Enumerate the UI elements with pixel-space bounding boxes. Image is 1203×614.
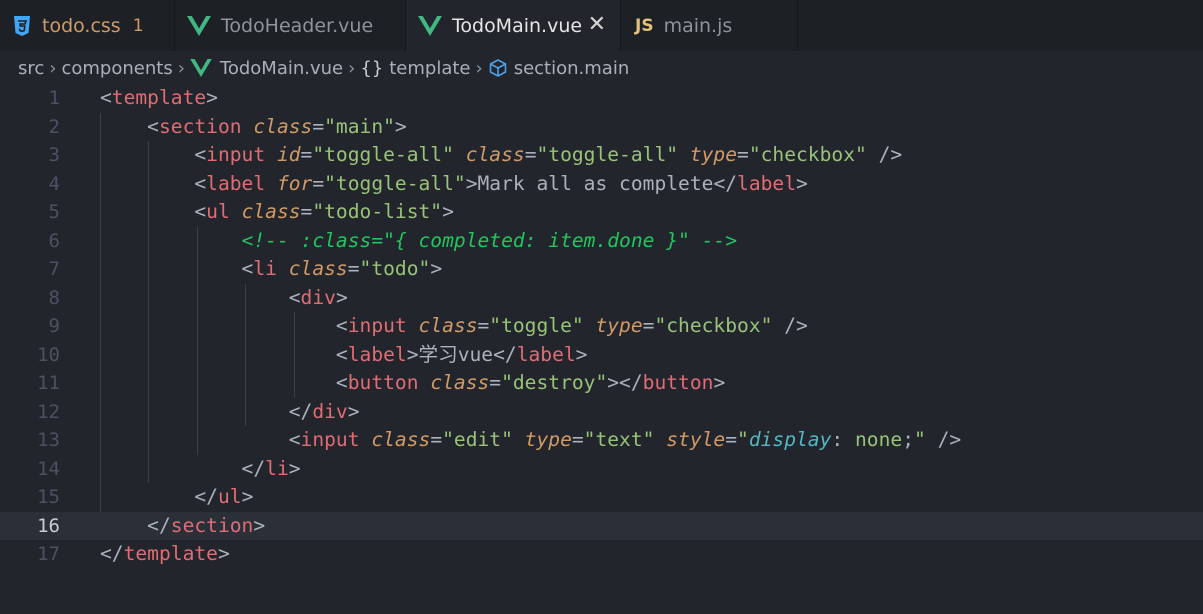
code-line[interactable]: 7 <li class="todo"> bbox=[0, 255, 1203, 284]
chevron-right-icon: › bbox=[348, 57, 356, 79]
code-text: <!-- :class="{ completed: item.done }" -… bbox=[241, 228, 738, 252]
line-number: 4 bbox=[48, 172, 60, 195]
close-icon[interactable]: ✕ bbox=[588, 12, 606, 37]
tab-label: TodoMain.vue bbox=[452, 14, 583, 37]
line-number: 1 bbox=[48, 87, 60, 109]
chevron-right-icon: › bbox=[49, 57, 57, 79]
line-number: 16 bbox=[37, 514, 60, 537]
indent-guide bbox=[293, 312, 295, 398]
line-number: 8 bbox=[48, 286, 60, 309]
code-line[interactable]: 13 <input class="edit" type="text" style… bbox=[0, 426, 1203, 455]
breadcrumb-file[interactable]: TodoMain.vue bbox=[190, 58, 343, 79]
code-line[interactable]: 5 <ul class="todo-list"> bbox=[0, 198, 1203, 227]
code-line[interactable]: 12 </div> bbox=[0, 398, 1203, 427]
chevron-right-icon: › bbox=[177, 57, 185, 79]
code-line[interactable]: 11 <button class="destroy"></button> bbox=[0, 369, 1203, 398]
tab-todo-css[interactable]: todo.css 1 bbox=[0, 0, 175, 51]
code-text: <label for="toggle-all">Mark all as comp… bbox=[100, 171, 808, 195]
vue-file-icon bbox=[187, 15, 211, 36]
code-text: <ul class="todo-list"> bbox=[100, 200, 454, 223]
code-line[interactable]: 16 </section> bbox=[0, 511, 1203, 540]
indent-guide bbox=[245, 283, 247, 426]
line-number: 12 bbox=[37, 400, 60, 423]
code-text: </section> bbox=[100, 513, 266, 537]
cube-icon bbox=[488, 58, 508, 78]
code-line[interactable]: 1 <template> bbox=[0, 84, 1203, 113]
tab-todomain-vue[interactable]: TodoMain.vue ✕ bbox=[406, 0, 621, 51]
code-text: <input id="toggle-all" class="toggle-all… bbox=[100, 143, 903, 166]
code-text: <section class="main"> bbox=[100, 114, 407, 138]
code-text: <li class="todo"> bbox=[100, 257, 443, 280]
indent-guide bbox=[100, 112, 101, 512]
breadcrumb-template-label: template bbox=[389, 57, 471, 79]
code-text: <label>学习vue</label> bbox=[100, 342, 588, 366]
breadcrumb-section[interactable]: section.main bbox=[488, 57, 630, 79]
braces-icon: {} bbox=[360, 57, 384, 79]
code-text: </ul> bbox=[100, 485, 254, 508]
line-number: 6 bbox=[48, 229, 60, 252]
indent-guide bbox=[196, 226, 198, 455]
code-text: <template> bbox=[100, 86, 218, 109]
breadcrumb-src[interactable]: src bbox=[18, 58, 44, 79]
line-number: 9 bbox=[48, 315, 60, 337]
line-number: 2 bbox=[48, 115, 60, 138]
code-text: <input class="toggle" type="checkbox" /> bbox=[100, 314, 808, 337]
tab-label: TodoHeader.vue bbox=[221, 14, 374, 37]
tab-label: todo.css bbox=[42, 14, 121, 37]
code-text: <div> bbox=[100, 285, 348, 309]
code-text: </template> bbox=[100, 542, 230, 565]
breadcrumb-file-label: TodoMain.vue bbox=[219, 57, 344, 79]
chevron-right-icon: › bbox=[475, 57, 483, 79]
tab-main-js[interactable]: JS main.js bbox=[621, 0, 798, 51]
code-line[interactable]: 4 <label for="toggle-all">Mark all as co… bbox=[0, 170, 1203, 199]
code-line[interactable]: 15 </ul> bbox=[0, 483, 1203, 512]
editor-tab-bar: todo.css 1 TodoHeader.vue TodoMain.vue ✕… bbox=[0, 0, 1203, 51]
code-editor[interactable]: 1 <template> 2 <section class="main"> 3 <in… bbox=[0, 84, 1203, 614]
code-line[interactable]: 17 </template> bbox=[0, 540, 1203, 569]
line-number: 7 bbox=[48, 258, 60, 280]
indent-guide bbox=[148, 141, 150, 483]
code-text: <input class="edit" type="text" style="d… bbox=[100, 428, 962, 451]
problem-count-badge: 1 bbox=[132, 15, 144, 36]
breadcrumb: src › components › TodoMain.vue › {} tem… bbox=[0, 51, 1203, 85]
tab-todoheader-vue[interactable]: TodoHeader.vue bbox=[175, 0, 406, 51]
line-number: 17 bbox=[37, 543, 60, 565]
vue-file-icon bbox=[190, 59, 212, 77]
code-line[interactable]: 9 <input class="toggle" type="checkbox" … bbox=[0, 312, 1203, 341]
css-file-icon bbox=[12, 15, 32, 37]
line-number: 3 bbox=[48, 144, 60, 166]
breadcrumb-section-label: section.main bbox=[513, 57, 630, 79]
code-line[interactable]: 14 </li> bbox=[0, 455, 1203, 484]
code-line[interactable]: 10 <label>学习vue</label> bbox=[0, 341, 1203, 370]
vue-file-icon bbox=[418, 15, 442, 36]
line-number: 15 bbox=[37, 486, 60, 508]
code-line[interactable]: 6 <!-- :class="{ completed: item.done }"… bbox=[0, 227, 1203, 256]
js-file-icon: JS bbox=[635, 15, 654, 36]
tab-label: main.js bbox=[663, 14, 733, 37]
line-number: 13 bbox=[37, 429, 60, 451]
line-number: 5 bbox=[48, 201, 60, 223]
breadcrumb-components[interactable]: components bbox=[61, 58, 172, 79]
code-line[interactable]: 8 <div> bbox=[0, 284, 1203, 313]
code-line[interactable]: 3 <input id="toggle-all" class="toggle-a… bbox=[0, 141, 1203, 170]
line-number: 10 bbox=[37, 343, 60, 366]
code-text: <button class="destroy"></button> bbox=[100, 371, 726, 394]
line-number: 11 bbox=[37, 372, 60, 394]
code-text: </li> bbox=[100, 456, 301, 480]
code-line[interactable]: 2 <section class="main"> bbox=[0, 113, 1203, 142]
line-number: 14 bbox=[37, 457, 60, 480]
breadcrumb-template[interactable]: {} template bbox=[360, 58, 470, 79]
code-text: </div> bbox=[100, 399, 360, 423]
